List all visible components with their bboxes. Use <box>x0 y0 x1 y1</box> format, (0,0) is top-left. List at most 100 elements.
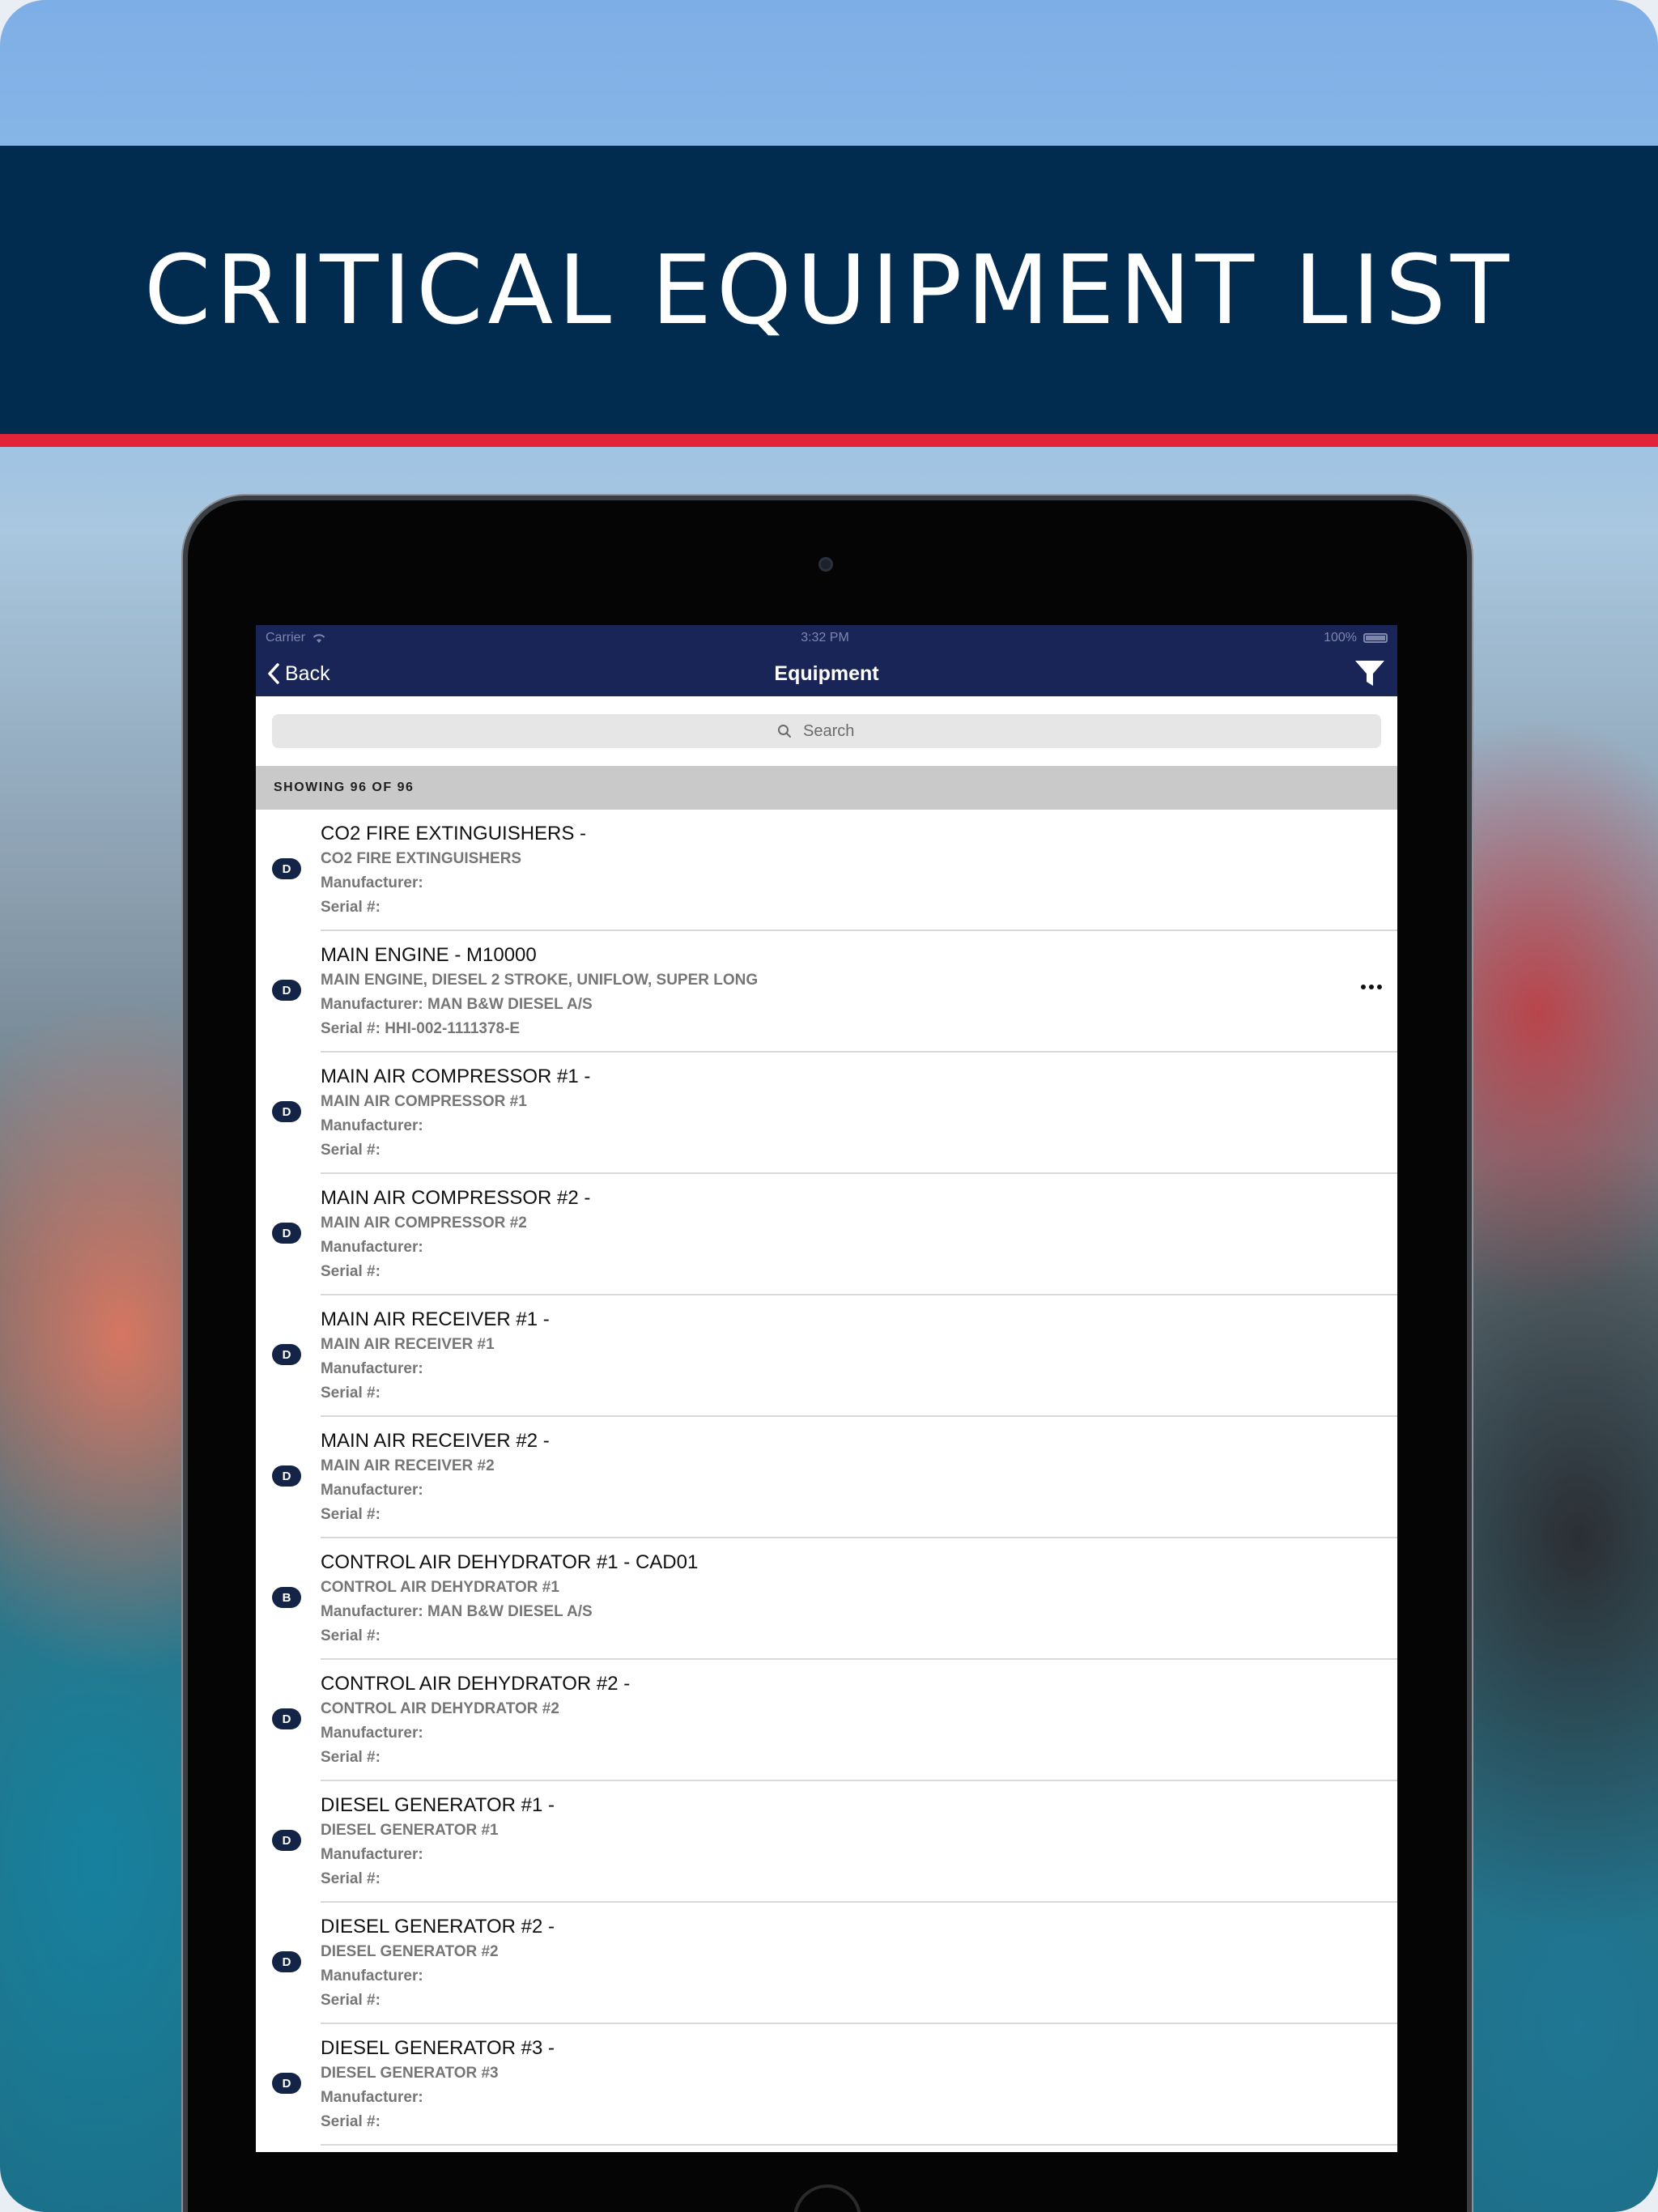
list-item[interactable]: B CONTROL AIR DEHYDRATOR #1 - CAD01 CONT… <box>256 1538 1397 1660</box>
item-manufacturer: Manufacturer: <box>321 1117 423 1134</box>
list-item[interactable]: D MAIN AIR RECEIVER #2 - MAIN AIR RECEIV… <box>256 1417 1397 1538</box>
chevron-left-icon <box>268 663 279 684</box>
item-serial: Serial #: <box>321 1627 380 1644</box>
item-content: DIESEL GENERATOR #1 - DIESEL GENERATOR #… <box>321 1793 555 1891</box>
category-badge: D <box>272 1101 301 1122</box>
list-item[interactable]: D DIESEL GENERATOR #2 - DIESEL GENERATOR… <box>256 1903 1397 2024</box>
category-badge: D <box>272 1708 301 1729</box>
item-title: MAIN AIR RECEIVER #2 - <box>321 1430 550 1452</box>
item-title: MAIN AIR COMPRESSOR #1 - <box>321 1066 591 1087</box>
item-manufacturer: Manufacturer: <box>321 1239 423 1256</box>
item-description: MAIN AIR COMPRESSOR #1 <box>321 1093 527 1110</box>
item-title: MAIN AIR COMPRESSOR #2 - <box>321 1187 591 1209</box>
item-description: CO2 FIRE EXTINGUISHERS <box>321 850 522 867</box>
list-item[interactable]: D MAIN ENGINE - M10000 MAIN ENGINE, DIES… <box>256 931 1397 1053</box>
category-badge: D <box>272 1465 301 1487</box>
results-count: SHOWING 96 OF 96 <box>256 766 1397 810</box>
banner-stripe <box>0 434 1658 447</box>
item-description: MAIN AIR RECEIVER #2 <box>321 1457 495 1474</box>
item-content: CONTROL AIR DEHYDRATOR #1 - CAD01 CONTRO… <box>321 1550 698 1648</box>
banner-title: CRITICAL EQUIPMENT LIST <box>144 234 1514 346</box>
back-button[interactable]: Back <box>267 662 364 686</box>
item-manufacturer: Manufacturer: <box>321 874 423 891</box>
item-title: CONTROL AIR DEHYDRATOR #1 - CAD01 <box>321 1551 699 1573</box>
list-item[interactable]: D MAIN AIR RECEIVER #1 - MAIN AIR RECEIV… <box>256 1295 1397 1417</box>
home-button[interactable] <box>793 2184 861 2212</box>
camera-icon <box>818 557 833 572</box>
item-description: DIESEL GENERATOR #1 <box>321 1822 499 1839</box>
item-manufacturer: Manufacturer: <box>321 1360 423 1377</box>
category-badge: D <box>272 1951 301 1972</box>
item-description: CONTROL AIR DEHYDRATOR #2 <box>321 1700 559 1717</box>
status-bar: Carrier 3:32 PM 100% <box>256 625 1397 651</box>
item-title: DIESEL GENERATOR #1 - <box>321 1794 555 1816</box>
filter-button[interactable] <box>1289 659 1386 688</box>
item-description: MAIN AIR COMPRESSOR #2 <box>321 1214 527 1231</box>
tablet-device: Carrier 3:32 PM 100% Back Equipment Sear… <box>188 500 1467 2212</box>
item-content: DIESEL GENERATOR #3 - DIESEL GENERATOR #… <box>321 2035 555 2134</box>
list-item[interactable]: D CONTROL AIR DEHYDRATOR #2 - CONTROL AI… <box>256 1660 1397 1781</box>
item-title: DIESEL GENERATOR #2 - <box>321 1916 555 1938</box>
battery-percent: 100% <box>1324 631 1357 644</box>
page-title: Equipment <box>774 661 879 685</box>
item-serial: Serial #: <box>321 1992 380 2009</box>
item-manufacturer: Manufacturer: <box>321 1482 423 1499</box>
item-title: DIESEL GENERATOR #3 - <box>321 2037 555 2059</box>
item-description: DIESEL GENERATOR #3 <box>321 2065 499 2082</box>
nav-bar: Back Equipment <box>256 651 1397 696</box>
item-title: MAIN ENGINE - M10000 <box>321 944 537 966</box>
filter-icon <box>1354 661 1384 686</box>
item-manufacturer: Manufacturer: MAN B&W DIESEL A/S <box>321 996 593 1013</box>
category-badge: D <box>272 858 301 879</box>
item-title: MAIN AIR RECEIVER #1 - <box>321 1308 550 1330</box>
item-manufacturer: Manufacturer: <box>321 2089 423 2106</box>
promo-frame: CRITICAL EQUIPMENT LIST Carrier 3:32 PM … <box>0 0 1658 2212</box>
item-description: MAIN ENGINE, DIESEL 2 STROKE, UNIFLOW, S… <box>321 972 759 989</box>
item-content: MAIN ENGINE - M10000 MAIN ENGINE, DIESEL… <box>321 942 758 1041</box>
item-serial: Serial #: <box>321 1506 380 1523</box>
item-serial: Serial #: <box>321 1749 380 1766</box>
item-title: CONTROL AIR DEHYDRATOR #2 - <box>321 1673 631 1695</box>
search-input[interactable] <box>803 721 876 741</box>
item-content: MAIN AIR RECEIVER #1 - MAIN AIR RECEIVER… <box>321 1307 550 1406</box>
item-serial: Serial #: <box>321 2113 380 2130</box>
carrier-label: Carrier <box>266 631 305 644</box>
item-content: MAIN AIR COMPRESSOR #2 - MAIN AIR COMPRE… <box>321 1185 590 1284</box>
item-content: CONTROL AIR DEHYDRATOR #2 - CONTROL AIR … <box>321 1671 630 1770</box>
item-title: CO2 FIRE EXTINGUISHERS - <box>321 823 587 844</box>
status-time: 3:32 PM <box>801 631 849 644</box>
category-badge: D <box>272 1344 301 1365</box>
item-serial: Serial #: <box>321 1263 380 1280</box>
wifi-icon <box>312 634 325 643</box>
item-serial: Serial #: <box>321 899 380 916</box>
list-item[interactable]: D DIESEL GENERATOR #1 - DIESEL GENERATOR… <box>256 1781 1397 1903</box>
list-item[interactable]: D DIESEL GENERATOR #3 - DIESEL GENERATOR… <box>256 2024 1397 2146</box>
app-screen: Carrier 3:32 PM 100% Back Equipment Sear… <box>256 625 1397 2152</box>
list-item[interactable]: D CO2 FIRE EXTINGUISHERS - CO2 FIRE EXTI… <box>256 810 1397 931</box>
back-label: Back <box>285 661 330 685</box>
item-serial: Serial #: <box>321 1870 380 1887</box>
list-item[interactable]: D MAIN AIR COMPRESSOR #1 - MAIN AIR COMP… <box>256 1053 1397 1174</box>
item-manufacturer: Manufacturer: <box>321 1725 423 1742</box>
item-content: MAIN AIR RECEIVER #2 - MAIN AIR RECEIVER… <box>321 1428 550 1527</box>
item-description: DIESEL GENERATOR #2 <box>321 1943 499 1960</box>
row-divider <box>321 2144 1397 2146</box>
item-manufacturer: Manufacturer: <box>321 1846 423 1863</box>
list-item[interactable]: D MAIN AIR COMPRESSOR #2 - MAIN AIR COMP… <box>256 1174 1397 1295</box>
more-horizontal-icon <box>1361 985 1382 989</box>
item-description: CONTROL AIR DEHYDRATOR #1 <box>321 1579 559 1596</box>
equipment-list: D CO2 FIRE EXTINGUISHERS - CO2 FIRE EXTI… <box>256 810 1397 2146</box>
item-manufacturer: Manufacturer: <box>321 1967 423 1984</box>
item-serial: Serial #: HHI-002-1111378-E <box>321 1020 521 1037</box>
category-badge: D <box>272 980 301 1001</box>
item-content: DIESEL GENERATOR #2 - DIESEL GENERATOR #… <box>321 1914 555 2013</box>
item-description: MAIN AIR RECEIVER #1 <box>321 1336 495 1353</box>
category-badge: D <box>272 2073 301 2094</box>
item-serial: Serial #: <box>321 1385 380 1402</box>
item-content: CO2 FIRE EXTINGUISHERS - CO2 FIRE EXTING… <box>321 821 586 920</box>
more-options-button[interactable] <box>1360 980 1383 994</box>
search-box[interactable] <box>272 714 1381 748</box>
battery-icon <box>1363 633 1388 643</box>
search-bar <box>256 696 1397 766</box>
item-serial: Serial #: <box>321 1142 380 1159</box>
